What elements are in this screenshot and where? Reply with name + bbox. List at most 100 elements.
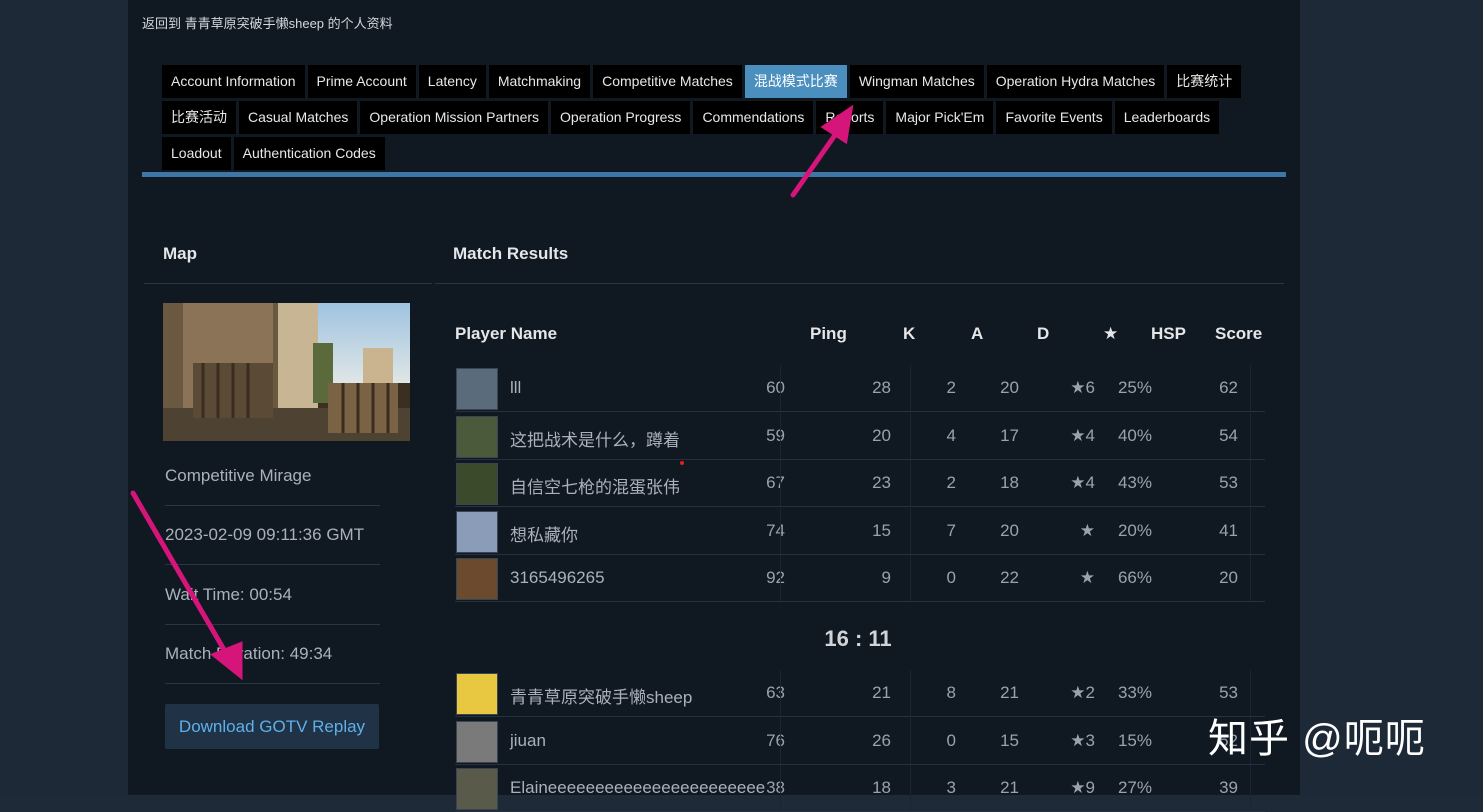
table-header: Player Name Ping K A D ★ HSP Score (455, 310, 1265, 356)
table-row: lll 60 28 2 20 ★6 25% 62 (455, 365, 1265, 412)
player-name[interactable]: lll (510, 378, 521, 398)
player-avatar[interactable] (456, 463, 498, 505)
mvp-value: ★4 (1070, 425, 1095, 445)
table-row: 想私藏你 74 15 7 20 ★ 20% 41 (455, 507, 1265, 555)
map-header: Map (163, 244, 197, 263)
score-value: 41 (1219, 520, 1238, 540)
player-name[interactable]: 自信空七枪的混蛋张伟 (510, 473, 680, 498)
tab-6[interactable]: Wingman Matches (849, 65, 984, 98)
column-separator (910, 507, 911, 555)
column-separator (1250, 555, 1251, 602)
kills-value: 26 (872, 730, 891, 750)
tab-8[interactable]: 比赛统计 (1167, 65, 1242, 98)
kills-value: 18 (872, 778, 891, 797)
tab-12[interactable]: Operation Progress (551, 101, 691, 134)
player-avatar[interactable] (456, 368, 498, 410)
player-name[interactable]: 青青草原突破手懒sheep (510, 683, 692, 708)
tab-14[interactable]: Reports (816, 101, 884, 134)
results-header-divider (435, 283, 1284, 284)
player-name[interactable]: 想私藏你 (510, 521, 578, 546)
tab-19[interactable]: Authentication Codes (233, 137, 385, 170)
player-name[interactable]: jiuan (510, 731, 546, 751)
table-row: 3165496265 92 9 0 22 ★ 66% 20 (455, 555, 1265, 602)
tab-10[interactable]: Casual Matches (239, 101, 358, 134)
table-row: jiuan 76 26 0 15 ★3 15% 52 (455, 717, 1265, 765)
hsp-value: 25% (1117, 378, 1152, 397)
match-date: 2023-02-09 09:11:36 GMT (165, 525, 365, 544)
kills-value: 21 (872, 683, 891, 702)
deaths-value: 18 (1000, 473, 1019, 492)
deaths-value: 21 (1000, 683, 1019, 702)
tab-17[interactable]: Leaderboards (1114, 101, 1220, 134)
player-avatar[interactable] (456, 720, 498, 763)
mvp-value: ★4 (1070, 473, 1095, 492)
column-separator (780, 412, 781, 460)
column-separator (780, 765, 781, 812)
info-divider (165, 683, 380, 684)
col-assists: A (971, 324, 984, 343)
col-deaths: D (1037, 324, 1050, 343)
col-player-name: Player Name (455, 324, 558, 343)
player-name[interactable]: 这把战术是什么，蹲着 (510, 426, 680, 451)
info-divider (165, 624, 380, 625)
player-name[interactable]: 3165496265 (510, 568, 605, 588)
mvp-value: ★3 (1070, 730, 1095, 750)
tab-2[interactable]: Latency (418, 65, 486, 98)
assists-value: 4 (946, 425, 956, 445)
download-gotv-replay-button[interactable]: Download GOTV Replay (165, 704, 379, 749)
kills-value: 9 (881, 568, 891, 587)
row-divider (455, 601, 1265, 602)
hsp-value: 20% (1117, 520, 1152, 540)
tab-4[interactable]: Competitive Matches (593, 65, 742, 98)
column-separator (780, 365, 781, 412)
player-avatar[interactable] (456, 768, 498, 810)
tab-7[interactable]: Operation Hydra Matches (986, 65, 1165, 98)
assists-value: 3 (946, 778, 956, 797)
table-row: Elaineeeeeeeeeeeeeeeeeeeeeee 38 18 3 21 ★9 27%… (455, 765, 1265, 812)
tab-16[interactable]: Favorite Events (996, 101, 1112, 134)
tab-13[interactable]: Commendations (693, 101, 814, 134)
tab-0[interactable]: Account Information (162, 65, 305, 98)
tab-bar: Account Information Prime Account Latency M… (162, 65, 1282, 173)
score-value: 53 (1219, 683, 1238, 702)
tab-3[interactable]: Matchmaking (488, 65, 591, 98)
column-separator (780, 717, 781, 765)
kills-value: 20 (872, 425, 891, 445)
player-avatar[interactable] (456, 510, 498, 553)
column-separator (1250, 507, 1251, 555)
ping-value: 60 (766, 378, 785, 397)
tab-9[interactable]: 比赛活动 (162, 101, 236, 134)
col-hsp: HSP (1151, 324, 1186, 343)
kills-value: 23 (872, 473, 891, 492)
tab-11[interactable]: Operation Mission Partners (360, 101, 549, 134)
hsp-value: 43% (1117, 473, 1152, 492)
ping-value: 67 (766, 473, 785, 492)
red-dot-marker (680, 461, 684, 465)
column-separator (780, 670, 781, 717)
ping-value: 63 (766, 683, 785, 702)
column-separator (1250, 365, 1251, 412)
column-separator (780, 460, 781, 507)
match-results-header: Match Results (453, 244, 569, 263)
ping-value: 92 (766, 568, 785, 587)
deaths-value: 20 (1000, 520, 1019, 540)
player-avatar[interactable] (456, 673, 498, 715)
table-row: 自信空七枪的混蛋张伟 67 23 2 18 ★4 43% 53 (455, 460, 1265, 507)
hsp-value: 15% (1117, 730, 1152, 750)
tab-18[interactable]: Loadout (162, 137, 231, 170)
deaths-value: 20 (1000, 378, 1019, 397)
mvp-value: ★ (1079, 520, 1095, 540)
deaths-value: 17 (1000, 425, 1019, 445)
tab-5[interactable]: 混战模式比赛 (744, 65, 847, 98)
column-separator (1250, 765, 1251, 812)
hsp-value: 33% (1117, 683, 1152, 702)
player-avatar[interactable] (456, 558, 498, 600)
ping-value: 59 (766, 425, 785, 445)
ping-value: 74 (766, 520, 785, 540)
mvp-value: ★ (1079, 568, 1095, 587)
mvp-value: ★2 (1070, 683, 1095, 702)
back-to-profile-link[interactable]: 返回到 青青草原突破手懒sheep 的个人资料 (142, 13, 393, 32)
tab-1[interactable]: Prime Account (307, 65, 416, 98)
player-avatar[interactable] (456, 415, 498, 458)
tab-15[interactable]: Major Pick'Em (886, 101, 994, 134)
